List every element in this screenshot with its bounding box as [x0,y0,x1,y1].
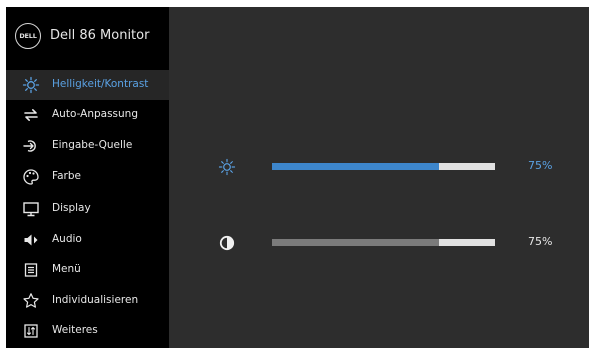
menu-label: Individualisieren [52,294,139,306]
contrast-value: 75% [528,235,553,248]
menu-item-others[interactable]: Weiteres [6,316,169,346]
brand-header: DELL Dell 86 Monitor [6,7,169,64]
menu-item-brightness-contrast[interactable]: Helligkeit/Kontrast [6,70,169,100]
brightness-icon [214,155,240,179]
menu-label: Helligkeit/Kontrast [52,78,149,90]
brightness-slider[interactable] [272,163,495,170]
contrast-control[interactable]: 75% [6,231,589,255]
menu-label: Menü [52,263,81,275]
auto-adjust-icon [22,106,40,124]
brightness-value: 75% [528,159,553,172]
menu-item-menu[interactable]: Menü [6,255,169,285]
menu-item-personalize[interactable]: Individualisieren [6,286,169,316]
display-icon [22,200,40,218]
menu-label: Eingabe-Quelle [52,139,133,151]
contrast-icon [214,231,240,255]
contrast-slider-fill [272,239,440,246]
monitor-model-title: Dell 86 Monitor [50,28,150,43]
menu-label: Display [52,202,91,214]
contrast-slider[interactable] [272,239,495,246]
menu-label: Weiteres [52,324,98,336]
input-source-icon [22,137,40,155]
star-icon [22,292,40,310]
menu-label: Auto-Anpassung [52,108,138,120]
menu-icon [22,261,40,279]
brightness-icon [22,76,40,94]
brightness-control[interactable]: 75% [6,155,589,179]
brightness-slider-fill [272,163,440,170]
others-icon [22,322,40,340]
menu-item-auto-adjust[interactable]: Auto-Anpassung [6,100,169,130]
monitor-osd: DELL Dell 86 Monitor Helligkeit/Kontrast… [6,7,589,348]
dell-logo: DELL [15,22,41,49]
menu-item-display[interactable]: Display [6,194,169,224]
